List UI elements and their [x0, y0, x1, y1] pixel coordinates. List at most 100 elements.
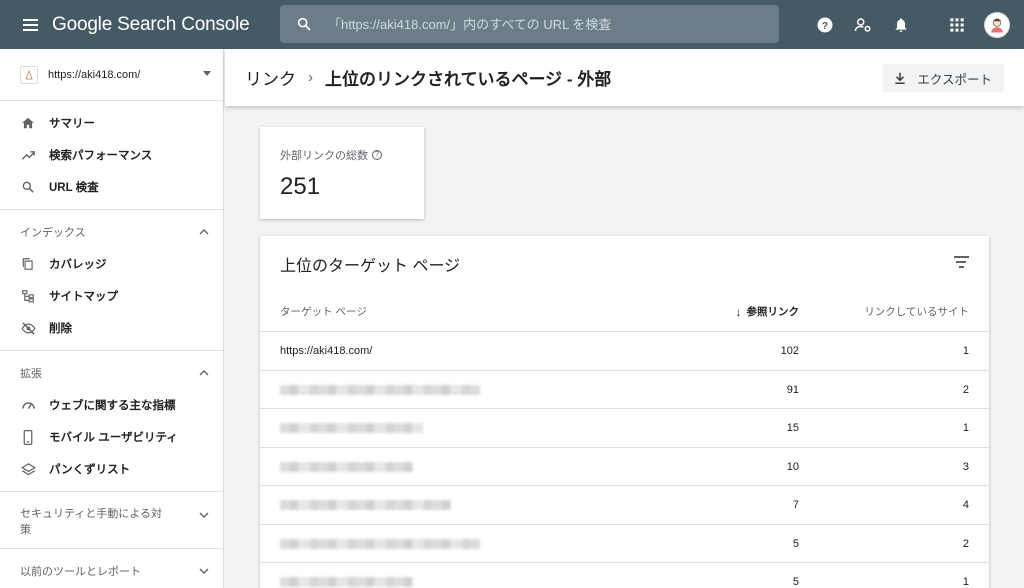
- export-button[interactable]: エクスポート: [883, 64, 1004, 92]
- trending-up-icon: [20, 147, 36, 163]
- linking-sites-count: 3: [962, 460, 969, 473]
- sidebar-item-sitemaps[interactable]: サイトマップ: [0, 280, 223, 312]
- section-legacy-toggle[interactable]: 以前のツールとレポート: [0, 555, 223, 587]
- total-label-row: 外部リンクの総数 ?: [280, 147, 424, 163]
- property-url: https://aki418.com/: [48, 68, 141, 81]
- target-url: https://aki418.com/: [280, 345, 373, 357]
- redacted-url: [280, 423, 423, 433]
- section-title: インデックス: [20, 227, 86, 239]
- sidebar-item-coverage[interactable]: カバレッジ: [0, 248, 223, 280]
- app-title[interactable]: Google Search Console: [52, 14, 250, 36]
- redacted-url: [280, 384, 480, 395]
- sidebar-item-performance[interactable]: 検索パフォーマンス: [0, 139, 223, 171]
- referring-links-count: 91: [786, 383, 799, 396]
- sidebar-item-breadcrumbs[interactable]: パンくずリスト: [0, 453, 223, 485]
- breadcrumb-links[interactable]: リンク: [245, 65, 296, 90]
- total-external-links-card: 外部リンクの総数 ? 251: [260, 127, 424, 219]
- sidebar-item-label: パンくずリスト: [49, 464, 131, 476]
- menu-icon[interactable]: [16, 11, 44, 39]
- table-row[interactable]: 5 2: [260, 525, 989, 563]
- help-outline-icon[interactable]: ?: [372, 150, 382, 160]
- table-row[interactable]: https://aki418.com/ 102 1: [260, 332, 989, 371]
- sidebar-item-mobile-usability[interactable]: モバイル ユーザビリティ: [0, 421, 223, 453]
- column-referring-links-label: 参照リンク: [746, 306, 800, 318]
- chevron-up-icon: [199, 370, 209, 376]
- column-referring-links[interactable]: ↓ 参照リンク: [736, 304, 800, 319]
- page-title: 上位のリンクされているページ - 外部: [325, 70, 612, 89]
- download-icon: [895, 72, 906, 85]
- copy-icon: [20, 256, 36, 272]
- sidebar-item-url-inspection[interactable]: URL 検査: [0, 171, 223, 203]
- total-label: 外部リンクの総数: [280, 150, 368, 162]
- sidebar-item-label: 検索パフォーマンス: [49, 150, 153, 162]
- search-icon: [20, 179, 36, 195]
- referring-links-count: 102: [780, 345, 799, 357]
- column-linking-sites[interactable]: リンクしているサイト: [864, 304, 969, 319]
- table-title: 上位のターゲット ページ: [280, 258, 461, 275]
- sidebar-item-label: ウェブに関する主な指標: [49, 400, 176, 412]
- referring-links-count: 15: [786, 422, 799, 434]
- sidebar-item-core-web-vitals[interactable]: ウェブに関する主な指標: [0, 389, 223, 421]
- section-title: 以前のツールとレポート: [20, 566, 141, 578]
- chevron-down-icon: [199, 568, 209, 574]
- chevron-up-icon: [199, 229, 209, 235]
- referring-links-count: 10: [786, 460, 799, 473]
- section-title: 拡張: [20, 368, 42, 380]
- sidebar-item-label: モバイル ユーザビリティ: [49, 432, 178, 444]
- avatar[interactable]: [984, 11, 1010, 38]
- phone-icon: [20, 429, 36, 445]
- site-favicon-icon: [20, 65, 38, 84]
- redacted-url: [280, 461, 413, 472]
- arrow-down-icon: ↓: [735, 304, 742, 319]
- sitemap-icon: [20, 288, 36, 304]
- user-settings-icon[interactable]: [844, 6, 882, 44]
- sidebar-item-label: サマリー: [49, 118, 95, 130]
- property-selector[interactable]: https://aki418.com/: [0, 49, 223, 101]
- linking-sites-count: 1: [962, 422, 969, 434]
- table-header: ターゲット ページ ↓ 参照リンク リンクしているサイト: [260, 292, 989, 332]
- table-row[interactable]: 5 1: [260, 563, 989, 588]
- sidebar-item-removals[interactable]: 削除: [0, 312, 223, 344]
- filter-icon[interactable]: [951, 252, 971, 272]
- sidebar: https://aki418.com/ サマリー 検索パフォーマンス URL 検…: [0, 49, 224, 588]
- search-input[interactable]: [328, 16, 758, 32]
- breadcrumb: リンク › 上位のリンクされているページ - 外部: [245, 65, 611, 90]
- linking-sites-count: 2: [962, 383, 969, 396]
- eye-off-icon: [20, 320, 36, 336]
- home-icon: [20, 115, 36, 131]
- speedometer-icon: [20, 397, 36, 413]
- table-row[interactable]: 91 2: [260, 371, 989, 409]
- sidebar-item-label: サイトマップ: [49, 291, 118, 303]
- url-inspect-search: [280, 5, 779, 43]
- apps-grid-icon[interactable]: [938, 6, 976, 44]
- chevron-down-icon: [199, 512, 209, 518]
- table-row[interactable]: 15 1: [260, 409, 989, 448]
- section-title: セキュリティと手動による対策: [20, 508, 163, 536]
- column-target-page[interactable]: ターゲット ページ: [280, 304, 367, 319]
- total-value: 251: [280, 173, 321, 200]
- page-header: リンク › 上位のリンクされているページ - 外部 エクスポート: [225, 49, 1024, 106]
- search-icon[interactable]: [280, 16, 328, 32]
- linking-sites-count: 4: [962, 499, 969, 511]
- nav-enhance-section: 拡張 ウェブに関する主な指標 モバイル ユーザビリティ パンくずリスト: [0, 351, 223, 492]
- layers-icon: [20, 461, 36, 477]
- redacted-url: [280, 500, 451, 510]
- table-row[interactable]: 10 3: [260, 448, 989, 486]
- linking-sites-count: 1: [962, 345, 969, 357]
- table-row[interactable]: 7 4: [260, 486, 989, 525]
- svg-text:?: ?: [822, 19, 828, 31]
- referring-links-count: 7: [792, 499, 799, 511]
- section-security-toggle[interactable]: セキュリティと手動による対策: [0, 498, 223, 544]
- export-label: エクスポート: [917, 72, 992, 87]
- nav-legacy-section: 以前のツールとレポート: [0, 549, 223, 588]
- help-icon[interactable]: ?: [806, 6, 844, 44]
- chevron-right-icon: ›: [308, 69, 313, 86]
- chevron-down-icon: [203, 71, 211, 76]
- nav-index-section: インデックス カバレッジ サイトマップ 削除: [0, 210, 223, 351]
- sidebar-item-label: 削除: [49, 323, 72, 335]
- linking-sites-count: 1: [962, 576, 969, 588]
- section-index-toggle[interactable]: インデックス: [0, 216, 223, 248]
- notifications-icon[interactable]: [882, 6, 920, 44]
- sidebar-item-summary[interactable]: サマリー: [0, 107, 223, 139]
- section-enhance-toggle[interactable]: 拡張: [0, 357, 223, 389]
